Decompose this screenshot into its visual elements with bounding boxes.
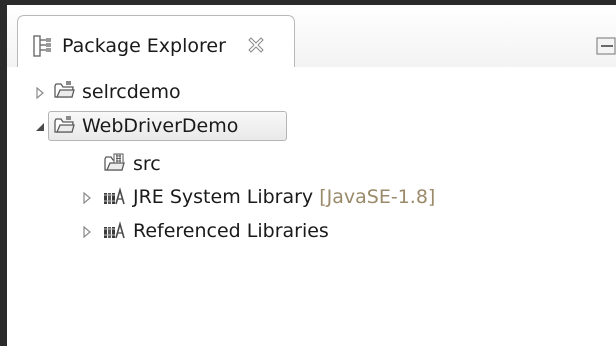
tree-item-selrcdemo[interactable]: selrcdemo xyxy=(7,77,407,107)
collapse-arrow-icon[interactable] xyxy=(34,121,46,133)
library-version-decoration: [JavaSE-1.8] xyxy=(319,186,436,208)
tree-item-jre-system-library[interactable]: JRE System Library [JavaSE-1.8] xyxy=(7,182,507,212)
project-tree: selrcdemo WebDriverDemo src JRE System L… xyxy=(7,67,616,346)
library-icon xyxy=(104,187,125,205)
tree-item-referenced-libraries[interactable]: Referenced Libraries xyxy=(7,216,507,246)
tree-item-label: Referenced Libraries xyxy=(133,220,329,242)
close-icon[interactable] xyxy=(248,37,264,53)
minimize-icon[interactable] xyxy=(596,36,616,56)
package-explorer-window: Package Explorer selrcdemo WebDriverDemo… xyxy=(0,0,616,346)
source-folder-icon xyxy=(104,153,125,171)
expand-arrow-icon[interactable] xyxy=(34,87,46,99)
tree-item-label: selrcdemo xyxy=(82,81,181,103)
window-border-left xyxy=(0,0,7,346)
expand-arrow-icon[interactable] xyxy=(81,192,93,204)
tree-item-label: WebDriverDemo xyxy=(82,115,239,137)
view-title: Package Explorer xyxy=(62,35,226,57)
library-icon xyxy=(104,221,125,239)
project-folder-icon xyxy=(54,116,75,133)
tree-item-label: src xyxy=(133,153,161,175)
library-name: JRE System Library xyxy=(133,186,314,208)
project-folder-icon xyxy=(54,81,75,98)
tree-item-webdriverdemo[interactable]: WebDriverDemo xyxy=(7,111,407,141)
expand-arrow-icon[interactable] xyxy=(81,226,93,238)
package-explorer-icon xyxy=(33,35,51,57)
tree-item-src[interactable]: src xyxy=(7,149,407,179)
tree-item-label: JRE System Library [JavaSE-1.8] xyxy=(133,185,435,209)
